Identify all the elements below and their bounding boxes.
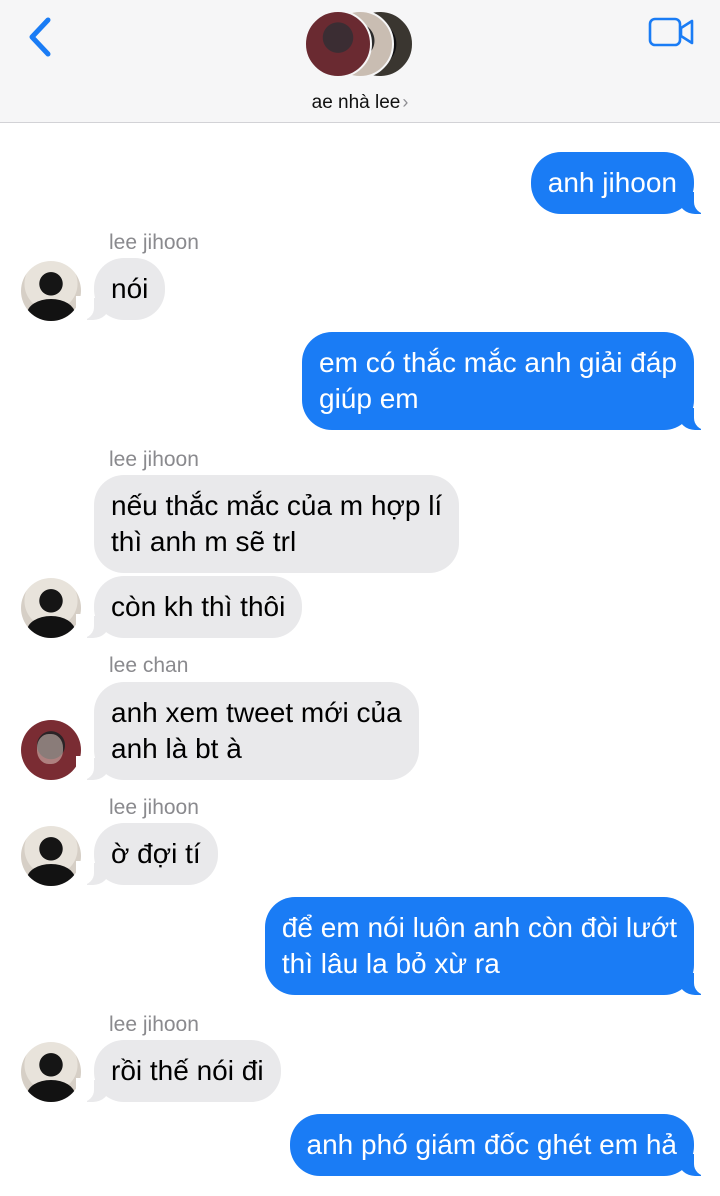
chevron-left-icon (29, 17, 51, 57)
group-name: ae nhà lee (311, 92, 401, 113)
member-avatar (304, 10, 372, 78)
chevron-right-icon: › (402, 92, 409, 112)
sender-avatar[interactable] (21, 578, 81, 638)
video-call-button[interactable] (648, 16, 696, 48)
sender-name: lee jihoon (109, 796, 199, 819)
video-camera-icon (648, 17, 694, 47)
outgoing-message-bubble[interactable]: em có thắc mắc anh giải đáp giúp em (302, 332, 712, 430)
group-avatar-stack[interactable] (304, 10, 416, 84)
sender-name: lee jihoon (109, 448, 199, 471)
sender-avatar[interactable] (21, 1042, 81, 1102)
message-text: anh xem tweet mới của anh là bt à (111, 697, 402, 764)
conversation-header: ae nhà lee › (0, 0, 720, 123)
outgoing-message-bubble[interactable]: để em nói luôn anh còn đòi lướt thì lâu … (264, 897, 713, 995)
incoming-message-bubble[interactable]: nói (75, 258, 166, 320)
message-text: để em nói luôn anh còn đòi lướt thì lâu … (281, 912, 677, 979)
sender-avatar[interactable] (21, 261, 81, 321)
back-button[interactable] (24, 14, 58, 60)
incoming-message-bubble[interactable]: anh xem tweet mới của anh là bt à (76, 682, 419, 780)
outgoing-message-bubble[interactable]: anh jihoon (530, 152, 713, 214)
incoming-message-bubble[interactable]: rồi thế nói đi (76, 1040, 281, 1102)
message-thread: anh jihoon lee jihoon nói em có thắc mắc… (0, 0, 720, 1196)
incoming-message-bubble[interactable]: nếu thắc mắc của m hợp lí thì anh m sẽ t… (94, 475, 460, 573)
incoming-message-bubble[interactable]: ờ đợi tí (76, 823, 218, 885)
group-name-button[interactable]: ae nhà lee › (0, 92, 720, 114)
message-text: nếu thắc mắc của m hợp lí thì anh m sẽ t… (111, 490, 443, 557)
outgoing-message-bubble[interactable]: anh phó giám đốc ghét em hả (289, 1114, 713, 1176)
sender-name: lee jihoon (109, 231, 199, 254)
incoming-message-bubble[interactable]: còn kh thì thôi (75, 576, 303, 638)
message-text: em có thắc mắc anh giải đáp giúp em (319, 347, 677, 414)
sender-avatar[interactable] (21, 720, 81, 780)
sender-name: lee chan (109, 654, 189, 677)
sender-avatar[interactable] (21, 826, 81, 886)
sender-name: lee jihoon (109, 1013, 199, 1036)
